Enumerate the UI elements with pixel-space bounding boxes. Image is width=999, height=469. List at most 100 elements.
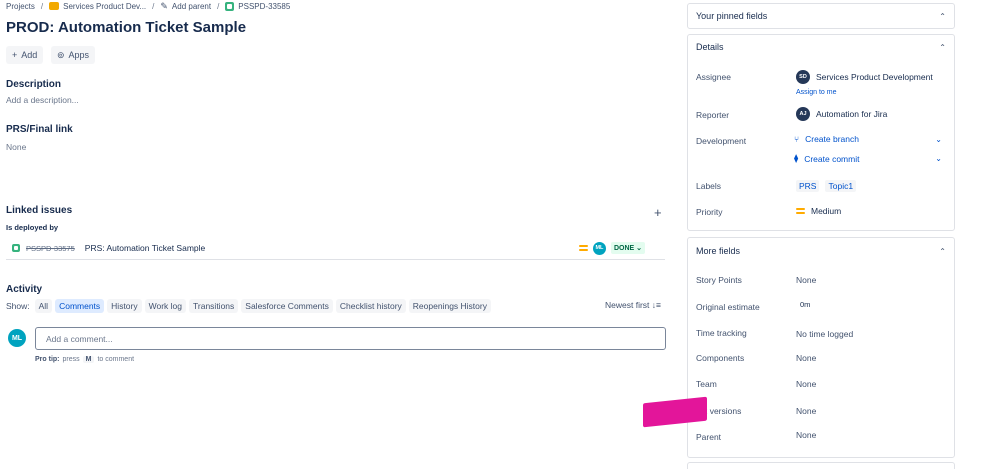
pinned-fields-header[interactable]: Your pinned fields ⌃ — [688, 4, 954, 28]
apps-icon: ⊚ — [57, 49, 65, 60]
time-tracking-value[interactable]: No time logged — [796, 329, 853, 339]
protip-suffix: to comment — [97, 356, 135, 363]
add-button[interactable]: + Add — [6, 46, 44, 64]
link-relation-label: Is deployed by — [6, 223, 59, 232]
chevron-down-icon: ⌄ — [935, 134, 942, 144]
breadcrumb-add-parent[interactable]: Add parent — [172, 2, 211, 11]
tab-all[interactable]: All — [34, 299, 53, 313]
breadcrumb-separator: / — [152, 1, 155, 11]
sort-label: Newest first — [605, 300, 650, 310]
activity-show-label: Show: — [6, 301, 30, 311]
breadcrumb-issue-key[interactable]: PSSPD-33585 — [238, 2, 290, 11]
avatar: ML — [8, 329, 26, 347]
plus-icon: + — [12, 50, 18, 60]
apps-button-label: Apps — [68, 50, 90, 60]
chevron-up-icon: ⌃ — [939, 11, 946, 21]
story-icon — [12, 244, 20, 252]
parent-value[interactable]: None — [796, 430, 816, 440]
activity-tabs: Show: All Comments History Work log Tran… — [6, 299, 491, 313]
original-estimate-label: Original estimate — [696, 302, 760, 312]
label-chip[interactable]: Topic1 — [825, 180, 857, 192]
priority-value[interactable]: Medium — [796, 206, 841, 216]
priority-medium-icon — [796, 208, 805, 214]
priority-text: Medium — [811, 206, 842, 216]
assignee-label: Assignee — [696, 72, 731, 82]
tab-reopenings-history[interactable]: Reopenings History — [408, 299, 491, 313]
reporter-name: Automation for Jira — [816, 109, 888, 119]
chevron-up-icon: ⌃ — [939, 246, 946, 256]
assignee-value[interactable]: SD Services Product Development — [796, 70, 933, 84]
time-tracking-label: Time tracking — [696, 328, 747, 338]
keyboard-shortcut: M — [82, 356, 95, 363]
pro-tip: Pro tip: press M to comment — [35, 356, 134, 363]
tab-checklist-history[interactable]: Checklist history — [335, 299, 406, 313]
prs-link-value[interactable]: None — [6, 142, 26, 152]
branch-icon: ⑂ — [794, 134, 800, 144]
chevron-down-icon: ⌄ — [935, 154, 942, 163]
status-badge[interactable]: DONE ⌄ — [610, 242, 645, 254]
labels-label: Labels — [696, 181, 722, 191]
create-branch-label: Create branch — [805, 134, 859, 144]
components-label: Components — [696, 353, 745, 363]
sort-toggle[interactable]: Newest first ↓≡ — [605, 300, 661, 310]
details-panel: Details ⌃ Assignee SD Services Product D… — [687, 34, 955, 231]
breadcrumb-projects[interactable]: Projects — [6, 2, 35, 11]
avatar: SD — [796, 70, 810, 84]
labels-value: PRS Topic1 — [796, 180, 857, 192]
more-fields-heading: More fields — [696, 246, 741, 256]
description-heading: Description — [6, 79, 62, 90]
tab-transitions[interactable]: Transitions — [189, 299, 239, 313]
space-icon — [49, 2, 60, 10]
linked-issue-row[interactable]: PSSPD-33575 PRS: Automation Ticket Sampl… — [6, 237, 665, 260]
team-label: Team — [696, 379, 717, 389]
linked-issue-summary[interactable]: PRS: Automation Ticket Sample — [85, 243, 205, 253]
page-title[interactable]: PROD: Automation Ticket Sample — [6, 19, 246, 36]
tab-history[interactable]: History — [107, 299, 142, 313]
fix-versions-value[interactable]: None — [796, 406, 816, 416]
parent-label: Parent — [696, 432, 722, 442]
commit-icon: ⧫ — [794, 153, 799, 163]
comment-input[interactable] — [35, 327, 666, 350]
priority-label: Priority — [696, 207, 723, 217]
breadcrumb-space[interactable]: Services Product Dev... — [63, 2, 146, 11]
more-fields-panel: More fields ⌃ Story Points None Original… — [687, 237, 955, 458]
breadcrumb-separator: / — [40, 1, 44, 11]
original-estimate-value[interactable]: 0m — [800, 300, 810, 309]
tab-work-log[interactable]: Work log — [144, 299, 187, 313]
description-field[interactable]: Add a description... — [6, 95, 79, 105]
label-chip[interactable]: PRS — [796, 180, 820, 192]
more-fields-header[interactable]: More fields ⌃ — [688, 238, 954, 264]
protip-press: press — [62, 356, 80, 363]
linked-issue-key[interactable]: PSSPD-33575 — [26, 244, 75, 253]
create-commit-button[interactable]: ⧫ Create commit ⌄ — [794, 153, 942, 164]
story-points-label: Story Points — [696, 275, 742, 285]
development-label: Development — [696, 136, 747, 146]
breadcrumb-separator: / — [217, 1, 220, 11]
sort-icon: ↓≡ — [651, 300, 661, 310]
tab-salesforce-comments[interactable]: Salesforce Comments — [241, 299, 333, 313]
details-heading: Details — [696, 42, 724, 52]
team-value[interactable]: None — [796, 379, 816, 389]
add-button-label: Add — [21, 50, 38, 60]
story-points-value[interactable]: None — [796, 275, 816, 285]
add-linked-issue-icon[interactable]: + — [654, 205, 662, 220]
chevron-up-icon: ⌃ — [939, 42, 946, 52]
reporter-label: Reporter — [696, 110, 730, 120]
create-branch-button[interactable]: ⑂ Create branch ⌄ — [794, 134, 942, 144]
breadcrumb: Projects / Services Product Dev... / ✎ A… — [6, 0, 290, 12]
status-text: DONE — [613, 245, 635, 252]
pinned-fields-panel: Your pinned fields ⌃ — [687, 3, 955, 29]
linked-issues-heading: Linked issues — [6, 205, 73, 216]
priority-medium-icon — [578, 245, 588, 251]
avatar: ML — [592, 241, 606, 255]
assign-to-me-link[interactable]: Assign to me — [796, 89, 836, 96]
details-header[interactable]: Details ⌃ — [688, 35, 954, 59]
pencil-icon: ✎ — [160, 0, 168, 11]
story-icon — [225, 1, 235, 11]
tab-comments[interactable]: Comments — [55, 299, 105, 313]
pinned-fields-heading: Your pinned fields — [696, 11, 768, 21]
apps-button[interactable]: ⊚ Apps — [51, 46, 96, 64]
reporter-value[interactable]: AJ Automation for Jira — [796, 107, 887, 121]
prs-link-heading: PRS/Final link — [6, 124, 73, 135]
components-value[interactable]: None — [796, 353, 816, 363]
